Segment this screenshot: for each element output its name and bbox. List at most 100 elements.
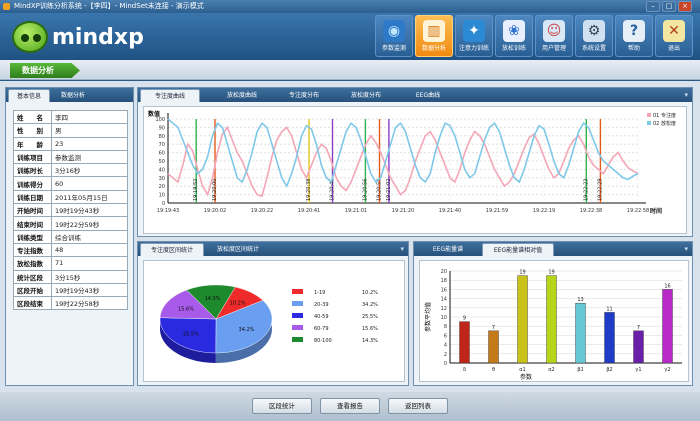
info-tab-row: 基本信息 数据分析 (6, 88, 133, 102)
bar-category-label: δ (463, 367, 466, 373)
tab-data-analysis[interactable]: 数据分析 (52, 89, 94, 102)
info-row: 训练日期 2011年05月15日 (13, 189, 128, 205)
info-key: 训练日期 (13, 189, 52, 205)
curve-tab-row: 专注度曲线 放松度曲线 专注度分布 放松度分布 EEG曲线 ▾ (138, 88, 692, 102)
info-row: 放松指数 71 (13, 256, 128, 271)
tab-eeg-curve[interactable]: EEG曲线 (398, 89, 458, 102)
pie-slice-label: 34.2% (239, 327, 255, 333)
bar (459, 321, 470, 364)
tab-relaxation-curve[interactable]: 放松度曲线 (212, 89, 272, 102)
view-report-button[interactable]: 查看报告 (320, 398, 380, 414)
bar-value-label: 19 (519, 270, 525, 276)
footer-bar: 区段统计 查看报告 返回列表 (0, 392, 700, 421)
line-chart: 0 10 20 30 40 50 60 70 80 90 100 19:19:43 19:20:02 19… (143, 106, 687, 234)
users-icon: ☺ (543, 20, 565, 42)
close-button[interactable]: × (678, 1, 692, 12)
info-value: 19时22分58秒 (51, 296, 128, 311)
relax-icon: ❀ (503, 20, 525, 42)
nav-relaxation-training[interactable]: ❀ 放松训练 (495, 15, 533, 57)
pie-legend-swatch (292, 337, 303, 342)
pie-legend-swatch (292, 301, 303, 306)
nav-exit[interactable]: ✕ 退出 (655, 15, 693, 57)
bar-y-tick: 14 (441, 297, 447, 303)
tab-eeg-spectrum[interactable]: EEG能量谱 (416, 243, 480, 256)
maximize-button[interactable]: □ (662, 1, 676, 12)
tab-attention-curve[interactable]: 专注度曲线 (140, 89, 200, 102)
pie-legend-range: 20-39 (314, 302, 329, 308)
info-key: 训练项目 (13, 149, 52, 165)
bar-y-tick: 0 (444, 361, 447, 367)
event-marker-label: 19:20:56 (362, 179, 368, 201)
section-bar: 数据分析 (0, 60, 700, 80)
info-value: 综合训练 (51, 229, 128, 244)
info-row: 训练时长 3分16秒 (13, 163, 128, 178)
tab-eeg-relative-spectrum[interactable]: EEG能量谱相对值 (482, 243, 554, 256)
back-to-list-button[interactable]: 返回列表 (388, 398, 448, 414)
legend-label: 02 放松度 (653, 120, 676, 127)
window-title: MindXP训练分析系统 -【李四】- MindSet未连接 - 演示模式 (14, 2, 204, 10)
info-value: 19时22分59秒 (51, 216, 128, 231)
info-key: 区段结束 (13, 296, 52, 311)
info-key: 姓 名 (13, 109, 52, 125)
series-line (167, 125, 639, 198)
app-window: MindXP训练分析系统 -【李四】- MindSet未连接 - 演示模式 – … (0, 0, 700, 421)
nav-system-settings[interactable]: ⚙ 系统设置 (575, 15, 613, 57)
collapse-icon[interactable]: ▾ (400, 245, 404, 253)
pie-legend-swatch (292, 325, 303, 330)
tab-basic-info[interactable]: 基本信息 (8, 89, 50, 102)
chart-icon: ▥ (423, 20, 445, 42)
bar-y-tick: 6 (444, 333, 447, 339)
y-tick-label: 80 (159, 134, 165, 140)
event-marker-label: 19:22:29 (597, 179, 603, 201)
x-tick-label: 19:21:01 (345, 208, 367, 214)
info-row: 专注指数 48 (13, 242, 128, 258)
bar-category-label: γ1 (635, 367, 641, 373)
bar (662, 289, 673, 364)
pie-slice-label: 15.6% (178, 306, 194, 312)
pie-slice-label: 25.5% (183, 332, 199, 338)
tab-relaxation-range-stats[interactable]: 放松度区间统计 (206, 243, 270, 256)
bar-y-tick: 20 (441, 269, 447, 275)
bar (575, 303, 586, 364)
minimize-button[interactable]: – (646, 1, 660, 12)
bar-y-tick: 12 (441, 306, 447, 312)
info-panel: 基本信息 数据分析 姓 名李四性 别男年 龄 23 训练项目 参数监测 训练时长 3分16… (5, 87, 134, 386)
info-row: 性 别男 (13, 123, 128, 138)
tab-relaxation-distribution[interactable]: 放松度分布 (336, 89, 396, 102)
section-title: 数据分析 (10, 63, 80, 78)
bar-value-label: 13 (577, 297, 583, 303)
monitor-icon: ◉ (383, 20, 405, 42)
curve-panel: 专注度曲线 放松度曲线 专注度分布 放松度分布 EEG曲线 ▾ 0 10 20 30 4… (137, 87, 693, 237)
bar-y-tick: 18 (441, 278, 447, 284)
nav-parameter-monitor[interactable]: ◉ 参数监测 (375, 15, 413, 57)
nav-data-analysis[interactable]: ▥ 数据分析 (415, 15, 453, 57)
info-row: 区段结束 19时22分58秒 (13, 296, 128, 311)
tab-attention-distribution[interactable]: 专注度分布 (274, 89, 334, 102)
info-key: 性 别 (13, 123, 52, 138)
app-icon (3, 3, 10, 10)
info-value: 3分15秒 (51, 269, 128, 284)
nav-user-management[interactable]: ☺ 用户管理 (535, 15, 573, 57)
info-row: 年 龄 23 (13, 136, 128, 151)
x-tick-label: 19:22:19 (533, 208, 555, 214)
content-area: 基本信息 数据分析 姓 名李四性 别男年 龄 23 训练项目 参数监测 训练时长 3分16… (0, 81, 700, 392)
tab-attention-range-stats[interactable]: 专注度区间统计 (140, 243, 204, 256)
bar-category-label: θ (492, 367, 495, 373)
x-tick-label: 19:22:38 (580, 208, 602, 214)
bar-value-label: 11 (606, 306, 612, 312)
y-tick-label: 60 (159, 151, 165, 157)
nav-help[interactable]: ? 帮助 (615, 15, 653, 57)
info-value: 23 (51, 136, 128, 151)
nav-attention-training[interactable]: ✦ 注意力训练 (455, 15, 493, 57)
segment-stats-button[interactable]: 区段统计 (252, 398, 312, 414)
info-value: 48 (51, 242, 128, 258)
collapse-icon[interactable]: ▾ (684, 91, 688, 99)
x-tick-label: 19:20:02 (204, 208, 226, 214)
collapse-icon[interactable]: ▾ (684, 245, 688, 253)
bar-value-label: 19 (548, 270, 554, 276)
logo-text: mindxp (52, 25, 144, 50)
info-value: 参数监测 (51, 149, 128, 165)
pie-slice-label: 14.3% (205, 296, 221, 302)
bar (604, 312, 615, 364)
y-tick-label: 50 (159, 159, 165, 165)
